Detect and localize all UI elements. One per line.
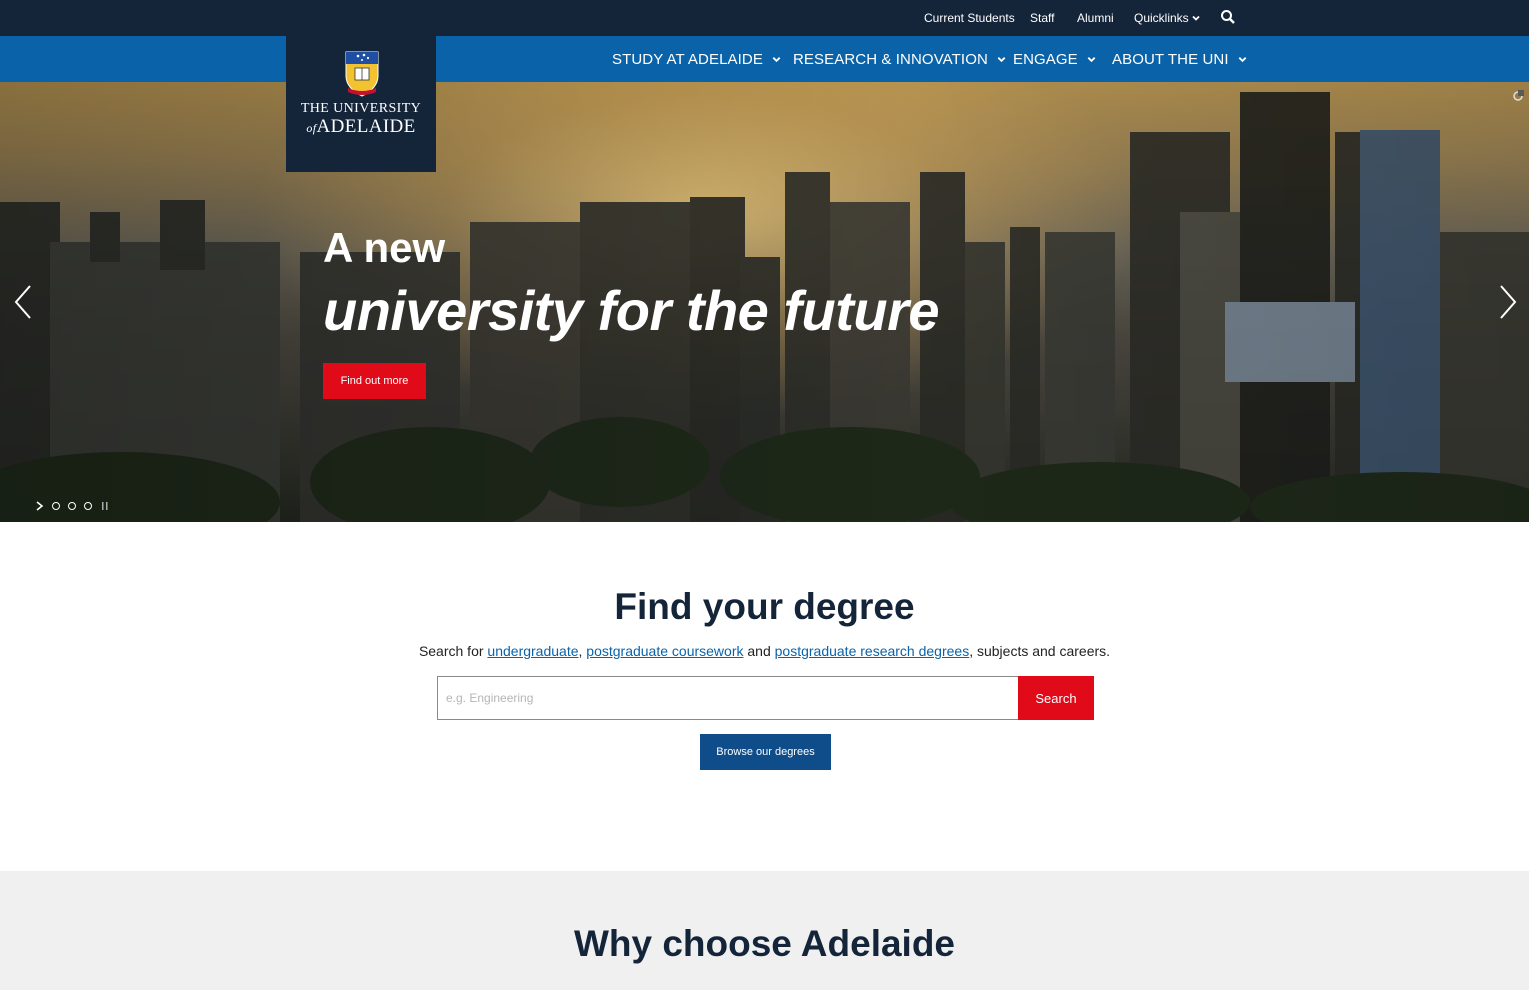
find-out-more-button[interactable]: Find out more (323, 363, 426, 399)
nav-item-label: ABOUT THE UNI (1112, 50, 1229, 68)
loading-icon (1513, 90, 1524, 101)
chevron-down-icon[interactable] (1190, 11, 1202, 23)
browse-degrees-button[interactable]: Browse our degrees (700, 734, 831, 770)
chevron-down-icon (997, 56, 1006, 62)
nav-item-engage[interactable]: ENGAGE (1013, 36, 1097, 82)
utility-bar: Current Students Staff Alumni Quicklinks (0, 0, 1529, 36)
nav-item-label: STUDY AT ADELAIDE (612, 50, 763, 68)
university-logo[interactable]: THE UNIVERSITY ofADELAIDE (286, 36, 436, 172)
logo-text-of: of (306, 121, 317, 135)
nav-item-about[interactable]: ABOUT THE UNI (1112, 36, 1248, 82)
logo-text-line1: THE UNIVERSITY (300, 101, 422, 116)
chevron-down-icon (1087, 56, 1096, 62)
hero-title-line2: university for the future (323, 279, 940, 342)
nav-item-study[interactable]: STUDY AT ADELAIDE (612, 36, 782, 82)
staff-link[interactable]: Staff (1030, 11, 1054, 25)
nav-item-label: RESEARCH & INNOVATION (793, 50, 988, 68)
chevron-down-icon (772, 56, 781, 62)
desc-sep: and (743, 643, 775, 659)
nav-item-research[interactable]: RESEARCH & INNOVATION (793, 36, 1007, 82)
logo-text-line2: ofADELAIDE (286, 116, 436, 138)
pg-coursework-link[interactable]: postgraduate coursework (586, 643, 743, 659)
desc-suffix: , subjects and careers. (969, 643, 1111, 659)
find-degree-title: Find your degree (614, 586, 915, 627)
degree-search-button[interactable]: Search (1018, 676, 1094, 720)
carousel-pager (34, 500, 110, 512)
why-choose-title: Why choose Adelaide (573, 923, 956, 964)
play-icon[interactable] (34, 500, 46, 512)
crest-icon (345, 51, 379, 97)
quicklinks-dropdown[interactable]: Quicklinks (1134, 11, 1189, 25)
hero-title-line1: A new (323, 224, 446, 271)
current-students-link[interactable]: Current Students (924, 11, 1015, 25)
desc-prefix: Search for (418, 643, 488, 659)
main-nav: STUDY AT ADELAIDE RESEARCH & INNOVATION … (0, 36, 1529, 82)
carousel-dot-3[interactable] (84, 502, 92, 510)
alumni-link[interactable]: Alumni (1077, 11, 1114, 25)
logo-text-adelaide: ADELAIDE (316, 116, 416, 137)
hero-carousel: A new university for the future Find out… (0, 82, 1529, 522)
carousel-dot-1[interactable] (52, 502, 60, 510)
chevron-right-icon[interactable] (1497, 282, 1519, 322)
nav-item-label: ENGAGE (1013, 50, 1078, 68)
pg-research-link[interactable]: postgraduate research degrees (775, 643, 970, 659)
search-icon[interactable] (1220, 9, 1236, 25)
why-choose-section: Why choose Adelaide (0, 871, 1529, 990)
carousel-dot-2[interactable] (68, 502, 76, 510)
chevron-left-icon[interactable] (12, 282, 34, 322)
chevron-down-icon (1238, 56, 1246, 62)
degree-search-input[interactable] (437, 676, 1019, 720)
undergraduate-link[interactable]: undergraduate (487, 643, 578, 659)
find-degree-description: Search for undergraduate, postgraduate c… (0, 643, 1529, 659)
pause-icon[interactable] (100, 500, 110, 512)
